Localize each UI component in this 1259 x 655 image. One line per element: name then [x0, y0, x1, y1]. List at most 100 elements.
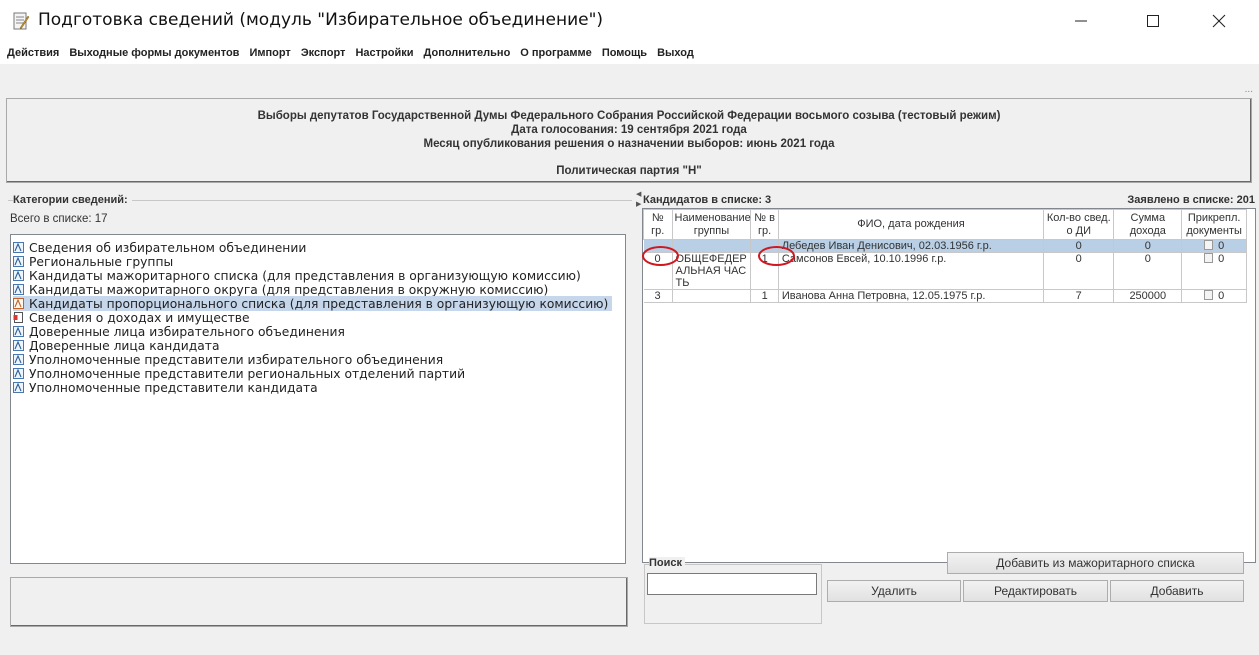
category-item[interactable]: Доверенные лица кандидата	[13, 338, 219, 353]
col-header-income[interactable]: Сумма дохода	[1113, 209, 1183, 240]
category-label: Сведения о доходах и имуществе	[29, 310, 250, 325]
col-header-di-count[interactable]: Кол-во свед. о ДИ	[1043, 209, 1115, 240]
cell-number-in-group: 1	[750, 252, 779, 290]
categories-legend: Категории сведений:	[13, 194, 132, 206]
cell-income-text: 0	[1144, 240, 1151, 252]
document-icon	[13, 312, 23, 323]
cell-number-in-group-text: 1	[761, 253, 768, 265]
publication-month: Месяц опубликования решения о назначении…	[423, 138, 835, 150]
candidates-count: Кандидатов в списке: 3	[643, 194, 772, 206]
candidate-row[interactable]: Лебедев Иван Денисович, 02.03.1956 г.р. 0…	[643, 239, 1247, 253]
menu-export[interactable]: Экспорт	[296, 47, 351, 59]
form-icon	[13, 382, 24, 393]
cell-documents: 0	[1181, 252, 1247, 290]
col-header-fio[interactable]: ФИО, дата рождения	[777, 209, 1045, 240]
candidate-row[interactable]: 0 ОБЩЕФЕДЕРАЛЬНАЯ ЧАСТЬ 1 Самсонов Евсей, 1…	[643, 252, 1247, 290]
form-icon	[13, 326, 24, 337]
close-button[interactable]	[1196, 0, 1242, 42]
cell-di-count: 0	[1043, 239, 1115, 253]
attachment-icon[interactable]	[1204, 253, 1214, 263]
menu-help[interactable]: Помощь	[597, 47, 652, 59]
maximize-button[interactable]	[1130, 0, 1176, 42]
cell-income-text: 250000	[1129, 290, 1167, 302]
col-header-group-name[interactable]: Наименование группы	[671, 209, 752, 240]
election-title: Выборы депутатов Государственной Думы Фе…	[257, 110, 1001, 122]
cell-fio: Самсонов Евсей, 10.10.1996 г.р.	[778, 252, 1045, 290]
category-item[interactable]: Региональные группы	[13, 254, 173, 269]
minimize-button[interactable]	[1058, 0, 1104, 42]
search-input[interactable]	[647, 573, 817, 595]
category-item[interactable]: Сведения о доходах и имуществе	[13, 310, 250, 325]
col-header-documents[interactable]: Прикрепл. документы	[1181, 209, 1247, 240]
category-item[interactable]: Кандидаты мажоритарного списка (для пред…	[13, 268, 581, 283]
category-item[interactable]: Кандидаты пропорционального списка (для …	[13, 296, 613, 311]
cell-fio-text: Лебедев Иван Денисович, 02.03.1956 г.р.	[781, 240, 992, 252]
categories-list[interactable]: Сведения об избирательном объединении Рег…	[10, 234, 626, 564]
cell-group-name-text: ОБЩЕФЕДЕРАЛЬНАЯ ЧАСТЬ	[675, 253, 747, 289]
minimize-icon	[1075, 20, 1087, 22]
candidates-panel: Кандидатов в списке: 3 Заявлено в списке…	[641, 190, 1259, 630]
cell-number-in-group	[750, 239, 779, 253]
cell-documents-text: 0	[1218, 290, 1225, 302]
category-item[interactable]: Уполномоченные представители кандидата	[13, 380, 318, 395]
candidates-table-wrap: № гр. Наименование группы № в гр. ФИО, д…	[642, 208, 1256, 563]
menu-exit[interactable]: Выход	[652, 47, 699, 59]
edit-button[interactable]: Редактировать	[963, 580, 1108, 602]
menu-additional[interactable]: Дополнительно	[419, 47, 516, 59]
category-item[interactable]: Доверенные лица избирательного объединен…	[13, 324, 345, 339]
form-icon	[13, 340, 24, 351]
category-label: Сведения об избирательном объединении	[29, 240, 307, 255]
voting-date: Дата голосования: 19 сентября 2021 года	[511, 124, 747, 136]
cell-group-number: 3	[643, 289, 673, 303]
window-title: Подготовка сведений (модуль "Избирательн…	[38, 10, 604, 30]
add-button[interactable]: Добавить	[1110, 580, 1244, 602]
delete-button[interactable]: Удалить	[827, 580, 961, 602]
category-label: Кандидаты мажоритарного списка (для пред…	[29, 268, 581, 283]
categories-panel: Категории сведений: Всего в списке: 17 С…	[8, 190, 632, 630]
menu-actions[interactable]: Действия	[2, 47, 64, 59]
search-legend: Поиск	[649, 557, 686, 569]
categories-total: Всего в списке: 17	[10, 213, 108, 225]
category-item[interactable]: Уполномоченные представители избирательн…	[13, 352, 443, 367]
category-item[interactable]: Уполномоченные представители региональны…	[13, 366, 465, 381]
category-item[interactable]: Кандидаты мажоритарного округа (для пред…	[13, 282, 548, 297]
cell-documents: 0	[1181, 239, 1247, 253]
title-bar: Подготовка сведений (модуль "Избирательн…	[0, 0, 1259, 42]
col-header-group-number[interactable]: № гр.	[643, 209, 673, 240]
category-item[interactable]: Сведения об избирательном объединении	[13, 240, 306, 255]
cell-income: 0	[1113, 252, 1183, 290]
menu-output-forms[interactable]: Выходные формы документов	[64, 47, 244, 59]
cell-di-count-text: 7	[1075, 290, 1082, 302]
election-header: Выборы депутатов Государственной Думы Фе…	[6, 98, 1252, 183]
attachment-icon[interactable]	[1204, 290, 1214, 300]
attachment-icon[interactable]	[1204, 240, 1214, 250]
cell-di-count-text: 0	[1075, 253, 1082, 265]
app-icon	[13, 12, 30, 30]
cell-documents-text: 0	[1218, 253, 1225, 265]
cell-di-count: 7	[1043, 289, 1115, 303]
menu-import[interactable]: Импорт	[244, 47, 295, 59]
category-label: Кандидаты пропорционального списка (для …	[29, 296, 609, 311]
party-name: Политическая партия "Н"	[556, 165, 702, 177]
category-label: Уполномоченные представители кандидата	[29, 380, 318, 395]
cell-group-name	[672, 289, 752, 303]
cell-number-in-group-text: 1	[761, 290, 768, 302]
menu-bar: Действия Выходные формы документов Импор…	[0, 42, 1259, 64]
menu-settings[interactable]: Настройки	[350, 47, 418, 59]
candidate-row[interactable]: 3 1 Иванова Анна Петровна, 12.05.1975 г.р.…	[643, 289, 1247, 303]
cell-group-name	[672, 239, 752, 253]
col-header-number-in-group[interactable]: № в гр.	[750, 209, 779, 240]
cell-group-number-text: 3	[654, 290, 661, 302]
cell-income-text: 0	[1144, 253, 1151, 265]
declared-count: Заявлено в списке: 201	[1127, 194, 1255, 206]
cell-group-name: ОБЩЕФЕДЕРАЛЬНАЯ ЧАСТЬ	[672, 252, 752, 290]
add-from-majoritarian-button[interactable]: Добавить из мажоритарного списка	[947, 552, 1244, 574]
cell-group-number: 0	[643, 252, 673, 290]
menu-about[interactable]: О программе	[515, 47, 597, 59]
cell-fio-text: Иванова Анна Петровна, 12.05.1975 г.р.	[781, 290, 986, 302]
form-icon	[13, 298, 24, 309]
more-dots[interactable]: ...	[1245, 84, 1253, 95]
maximize-icon	[1147, 15, 1159, 27]
cell-di-count: 0	[1043, 252, 1115, 290]
form-icon	[13, 284, 24, 295]
